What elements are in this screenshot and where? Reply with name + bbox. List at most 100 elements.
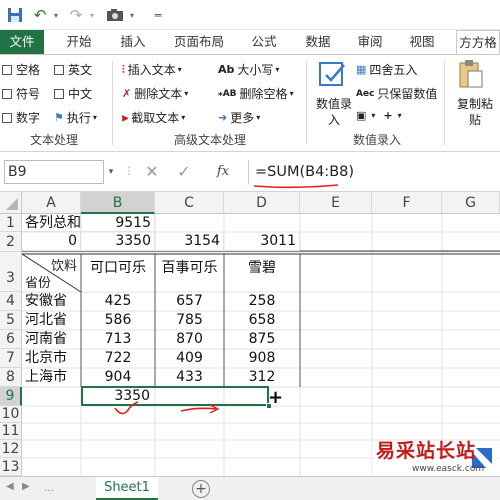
- cell-pepsi[interactable]: 433: [155, 368, 224, 387]
- group-divider: [112, 61, 113, 145]
- row-header-8[interactable]: 8: [0, 368, 22, 387]
- cell-pepsi[interactable]: 657: [155, 292, 224, 311]
- cell-cola[interactable]: 425: [81, 292, 155, 311]
- row-header-12[interactable]: 12: [0, 440, 22, 458]
- cell-sprite[interactable]: 312: [224, 368, 300, 387]
- save-icon[interactable]: [4, 4, 26, 26]
- tab-home[interactable]: 开始: [54, 30, 104, 54]
- column-header-e[interactable]: E: [300, 192, 372, 214]
- execute-label: 执行: [66, 111, 91, 125]
- cell-province[interactable]: 河南省: [22, 330, 81, 349]
- sheet-nav-prev-icon[interactable]: ◀: [6, 481, 14, 492]
- row-header-10[interactable]: 10: [0, 406, 22, 423]
- english-checkbox[interactable]: 英文: [54, 61, 92, 78]
- delete-space-button[interactable]: ⁎AB 删除空格 ▾: [218, 85, 294, 102]
- camera-dropdown-icon[interactable]: ▾: [126, 4, 138, 26]
- cell-sprite[interactable]: 658: [224, 311, 300, 330]
- delete-space-label: 删除空格: [239, 87, 288, 101]
- row-header-5[interactable]: 5: [0, 311, 22, 330]
- name-box[interactable]: B9: [4, 160, 104, 184]
- row-header-3[interactable]: 3: [0, 252, 22, 292]
- column-header-b[interactable]: B: [81, 192, 155, 214]
- sheet-tab-sheet1[interactable]: Sheet1: [96, 477, 158, 500]
- execute-button[interactable]: ⚑ 执行 ▾: [54, 109, 97, 126]
- cell-a2[interactable]: 0: [22, 232, 81, 251]
- row-header-13[interactable]: 13: [0, 458, 22, 476]
- row-header-9[interactable]: 9: [0, 387, 22, 406]
- cell-pepsi[interactable]: 785: [155, 311, 224, 330]
- cell-b2[interactable]: 3350: [81, 232, 155, 251]
- cell-cola[interactable]: 713: [81, 330, 155, 349]
- cell-b1[interactable]: 9515: [81, 214, 155, 232]
- cell-d2[interactable]: 3011: [224, 232, 300, 251]
- tab-data[interactable]: 数据: [294, 30, 342, 54]
- cell-province[interactable]: 河北省: [22, 311, 81, 330]
- cell-cola[interactable]: 722: [81, 349, 155, 368]
- cell-province[interactable]: 安徽省: [22, 292, 81, 311]
- column-header-a[interactable]: A: [22, 192, 81, 214]
- insert-text-button[interactable]: ⫶ 插入文本 ▾: [122, 61, 182, 78]
- name-box-dropdown-icon[interactable]: ▾: [104, 160, 118, 184]
- sheet-nav-next-icon[interactable]: ▶: [22, 481, 30, 492]
- cell-a3[interactable]: 饮料 省份: [22, 254, 81, 292]
- spreadsheet-grid[interactable]: A B C D E F G 1 2 3 4 5 6 7 8 9 10 11 12…: [0, 192, 500, 476]
- undo-dropdown-icon[interactable]: ▾: [50, 4, 62, 26]
- tab-review[interactable]: 审阅: [346, 30, 394, 54]
- tab-page-layout[interactable]: 页面布局: [164, 30, 234, 54]
- camera-icon[interactable]: [104, 4, 126, 26]
- cell-sprite[interactable]: 258: [224, 292, 300, 311]
- column-header-c[interactable]: C: [155, 192, 224, 214]
- more-button[interactable]: ➜ 更多 ▾: [218, 109, 260, 126]
- sheet-more-icon[interactable]: …: [44, 483, 54, 494]
- extract-text-button[interactable]: ⫸ 截取文本 ▾: [122, 109, 185, 126]
- cancel-icon[interactable]: ✕: [140, 160, 164, 184]
- redo-dropdown-icon[interactable]: ▾: [86, 4, 98, 26]
- cell-d3[interactable]: 雪碧: [224, 254, 300, 292]
- row-header-11[interactable]: 11: [0, 423, 22, 440]
- redo-icon[interactable]: ↷: [66, 4, 86, 26]
- tab-view[interactable]: 视图: [398, 30, 446, 54]
- row-header-1[interactable]: 1: [0, 214, 22, 232]
- customize-icon[interactable]: ═: [148, 4, 168, 26]
- undo-icon[interactable]: ↶: [30, 4, 50, 26]
- symbol-checkbox[interactable]: 符号: [2, 85, 40, 102]
- number-checkbox[interactable]: 数字: [2, 109, 40, 126]
- value-entry-button[interactable]: 数值录 入: [314, 59, 352, 129]
- round-button[interactable]: ▦ 四舍五入: [356, 61, 417, 78]
- row-header-6[interactable]: 6: [0, 330, 22, 349]
- column-header-f[interactable]: F: [372, 192, 442, 214]
- delete-text-button[interactable]: ✗ 删除文本 ▾: [122, 85, 188, 102]
- cell-a1[interactable]: 各列总和: [22, 214, 81, 232]
- cell-cola[interactable]: 904: [81, 368, 155, 387]
- cell-province[interactable]: 北京市: [22, 349, 81, 368]
- cell-sprite[interactable]: 908: [224, 349, 300, 368]
- cell-cola[interactable]: 586: [81, 311, 155, 330]
- chinese-checkbox[interactable]: 中文: [54, 85, 92, 102]
- cell-pepsi[interactable]: 870: [155, 330, 224, 349]
- cell-sprite[interactable]: 875: [224, 330, 300, 349]
- calc-button[interactable]: ▣ ▾ + ▾: [356, 109, 402, 122]
- column-header-d[interactable]: D: [224, 192, 300, 214]
- row-header-2[interactable]: 2: [0, 232, 22, 252]
- cell-pepsi[interactable]: 409: [155, 349, 224, 368]
- case-button[interactable]: Ab 大小写 ▾: [218, 61, 279, 78]
- cell-c3[interactable]: 百事可乐: [155, 254, 224, 292]
- cell-c2[interactable]: 3154: [155, 232, 224, 251]
- space-checkbox[interactable]: 空格: [2, 61, 40, 78]
- add-sheet-icon[interactable]: +: [192, 480, 210, 498]
- column-header-g[interactable]: G: [442, 192, 500, 214]
- cell-province[interactable]: 上海市: [22, 368, 81, 387]
- fx-icon[interactable]: fx: [208, 160, 238, 184]
- tab-insert[interactable]: 插入: [108, 30, 158, 54]
- tab-fangfangge[interactable]: 方方格: [456, 30, 500, 54]
- row-header-4[interactable]: 4: [0, 292, 22, 311]
- copy-paste-button[interactable]: 复制粘 贴: [450, 59, 500, 129]
- tab-file[interactable]: 文件: [0, 30, 44, 54]
- confirm-icon[interactable]: ✓: [172, 160, 196, 184]
- cell-b3[interactable]: 可口可乐: [81, 254, 155, 292]
- formula-input[interactable]: =SUM(B4:B8): [248, 160, 500, 184]
- select-all-corner[interactable]: [0, 192, 22, 214]
- row-header-7[interactable]: 7: [0, 349, 22, 368]
- keep-value-button[interactable]: Aec 只保留数值: [356, 85, 437, 102]
- tab-formulas[interactable]: 公式: [240, 30, 288, 54]
